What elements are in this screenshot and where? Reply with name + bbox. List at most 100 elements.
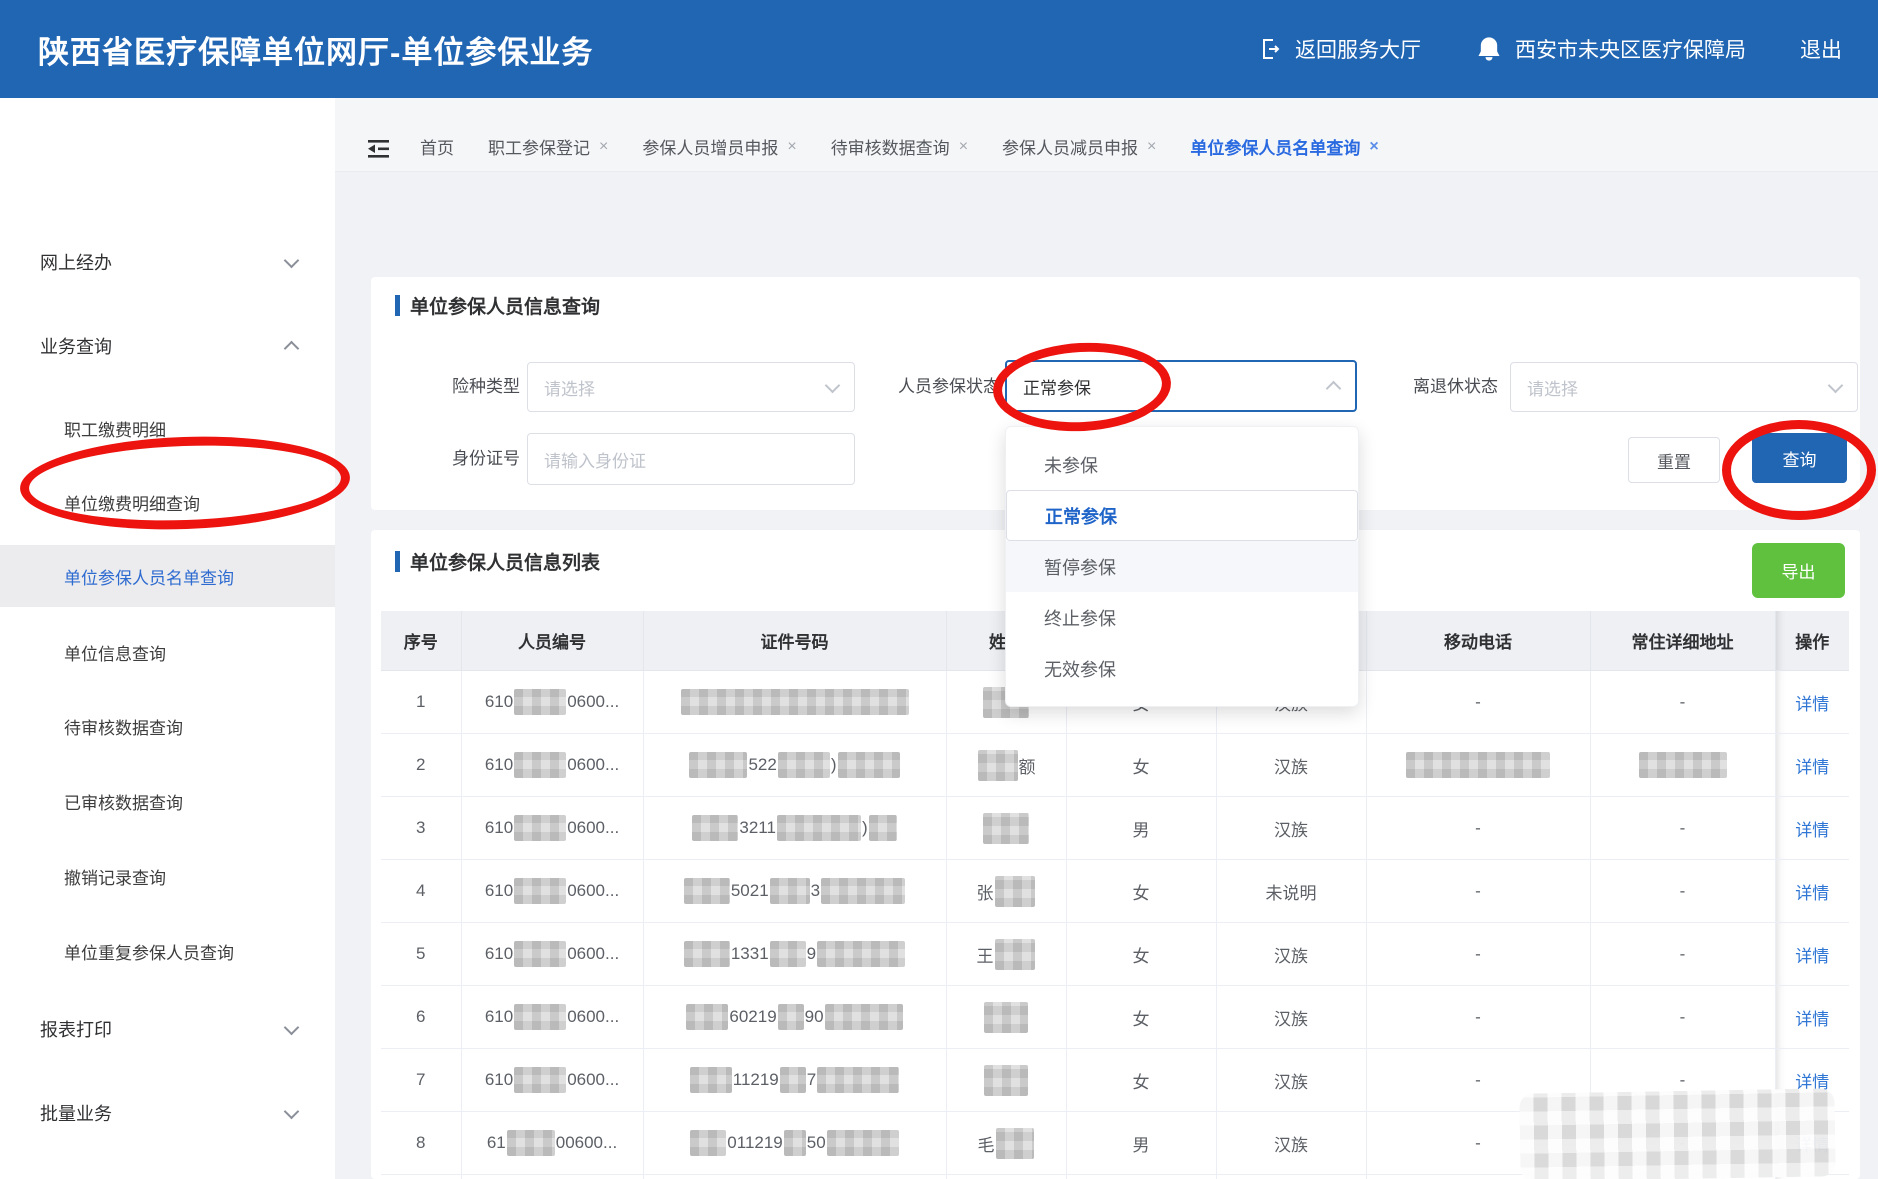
org-badge[interactable]: 西安市未央区医疗保障局 (1475, 34, 1746, 64)
id-number-input[interactable]: 请输入身份证 (527, 433, 855, 485)
cell-act: 详情 (1775, 797, 1849, 860)
cell-name: 张 (946, 860, 1066, 923)
search-button[interactable]: 查询 (1752, 433, 1847, 483)
app-header: 陕西省医疗保障单位网厅-单位参保业务 返回服务大厅 西安市未央区医疗保障局 退出 (0, 0, 1878, 98)
redacted-block (686, 1004, 728, 1030)
cell-addr: - (1590, 671, 1775, 734)
cell-seq: 4 (381, 860, 461, 923)
chevron-up-icon (284, 341, 300, 357)
sidebar-item-5[interactable]: 已审核数据查询 (0, 770, 335, 832)
redacted-block (514, 941, 566, 967)
sidebar-item-1[interactable]: 单位缴费明细查询 (0, 471, 335, 533)
cell-seq: 9 (381, 1175, 461, 1179)
cell-text: 610 (485, 1070, 513, 1089)
tab-1[interactable]: 职工参保登记× (488, 134, 608, 159)
redacted-block (838, 752, 900, 778)
cell-idno: 13319 (643, 923, 946, 986)
cell-text: 3211 (739, 818, 776, 837)
cell-text: 610 (485, 881, 513, 900)
sidebar-group-1[interactable]: 业务查询 (0, 318, 335, 374)
reset-button[interactable]: 重置 (1628, 437, 1720, 483)
cell-gender: 女 (1066, 1049, 1216, 1112)
cell-idno: 6021990 (643, 986, 946, 1049)
sidebar-item-0[interactable]: 职工缴费明细 (0, 397, 335, 459)
cell-idno: 522) (643, 734, 946, 797)
redacted-block (825, 1004, 903, 1030)
redacted-block (690, 1130, 726, 1156)
cell-text: 王 (977, 947, 994, 966)
cell-gender: 女 (1066, 860, 1216, 923)
redacted-block (690, 1067, 732, 1093)
status-option-4[interactable]: 无效参保 (1006, 643, 1358, 694)
redacted-block (996, 1128, 1034, 1159)
close-tab-icon[interactable]: × (1147, 138, 1156, 156)
cell-text: 11219 (733, 1070, 779, 1089)
cell-text: 61 (487, 1133, 506, 1152)
cell-ethnic: 汉族 (1216, 1175, 1366, 1179)
cell-text: ) (831, 755, 837, 774)
tab-label: 参保人员减员申报 (1002, 134, 1138, 159)
redacted-block (692, 815, 738, 841)
detail-link[interactable]: 详情 (1795, 1010, 1829, 1029)
retire-status-select[interactable]: 请选择 (1510, 362, 1858, 412)
tab-2[interactable]: 参保人员增员申报× (642, 134, 796, 159)
table-row: 36100600...3211)男汉族--详情 (381, 797, 1849, 860)
close-tab-icon[interactable]: × (599, 138, 608, 156)
collapse-menu-icon[interactable] (368, 139, 392, 159)
redacted-block (514, 815, 566, 841)
close-tab-icon[interactable]: × (1369, 138, 1378, 156)
cell-phone: - (1366, 923, 1590, 986)
detail-link[interactable]: 详情 (1795, 947, 1829, 966)
insurance-type-select[interactable]: 请选择 (527, 362, 855, 412)
cell-text: 0600... (567, 944, 619, 963)
status-option-0[interactable]: 未参保 (1006, 439, 1358, 490)
detail-link[interactable]: 详情 (1795, 695, 1829, 714)
status-option-2[interactable]: 暂停参保 (1006, 541, 1358, 592)
cell-code: 6100600... (461, 734, 643, 797)
section-bar-icon (395, 295, 400, 316)
tab-list: 首页职工参保登记×参保人员增员申报×待审核数据查询×参保人员减员申报×单位参保人… (420, 134, 1379, 159)
detail-link[interactable]: 详情 (1795, 758, 1829, 777)
cell-text: - (1680, 818, 1686, 837)
sidebar-group-label: 业务查询 (40, 333, 112, 359)
cell-gender: 男 (1066, 1112, 1216, 1175)
cell-seq: 2 (381, 734, 461, 797)
cell-idno: 01121950 (643, 1112, 946, 1175)
redacted-block (983, 813, 1029, 844)
person-status-select[interactable]: 正常参保 (1005, 360, 1357, 412)
cell-text: 610 (485, 755, 513, 774)
logout-button[interactable]: 退出 (1800, 34, 1842, 64)
close-tab-icon[interactable]: × (787, 138, 796, 156)
detail-link[interactable]: 详情 (1795, 884, 1829, 903)
tab-0[interactable]: 首页 (420, 134, 454, 159)
sidebar-item-4[interactable]: 待审核数据查询 (0, 695, 335, 757)
column-header-8: 操作 (1775, 611, 1849, 671)
sidebar-group-0[interactable]: 网上经办 (0, 234, 335, 290)
cell-text: 610 (485, 818, 513, 837)
sidebar-group-3[interactable]: 批量业务 (0, 1085, 335, 1141)
tab-3[interactable]: 待审核数据查询× (831, 134, 968, 159)
close-tab-icon[interactable]: × (959, 138, 968, 156)
status-option-3[interactable]: 终止参保 (1006, 592, 1358, 643)
tab-4[interactable]: 参保人员减员申报 × (1002, 134, 1156, 159)
cell-ethnic: 汉族 (1216, 1112, 1366, 1175)
redacted-block (995, 876, 1035, 907)
redacted-block (684, 941, 730, 967)
table-row: 26100600...522)额女汉族详情 (381, 734, 1849, 797)
detail-link[interactable]: 详情 (1795, 821, 1829, 840)
sidebar-item-3[interactable]: 单位信息查询 (0, 621, 335, 683)
tab-5-active[interactable]: 单位参保人员名单查询× (1190, 134, 1378, 159)
cell-text: 9 (807, 944, 816, 963)
cell-text: - (1680, 1070, 1686, 1089)
sidebar-item-7[interactable]: 单位重复参保人员查询 (0, 920, 335, 982)
export-button[interactable]: 导出 (1752, 543, 1845, 598)
cell-text: 0600... (567, 818, 619, 837)
sidebar-item-2-active[interactable]: 单位参保人员名单查询 (0, 545, 335, 607)
column-header-1: 人员编号 (461, 611, 643, 671)
redacted-block (995, 939, 1035, 970)
return-hall-link[interactable]: 返回服务大厅 (1259, 34, 1421, 64)
sidebar-item-6[interactable]: 撤销记录查询 (0, 845, 335, 907)
status-option-1-selected[interactable]: 正常参保 (1006, 490, 1358, 541)
sidebar-group-2[interactable]: 报表打印 (0, 1001, 335, 1057)
redacted-block (827, 1130, 899, 1156)
